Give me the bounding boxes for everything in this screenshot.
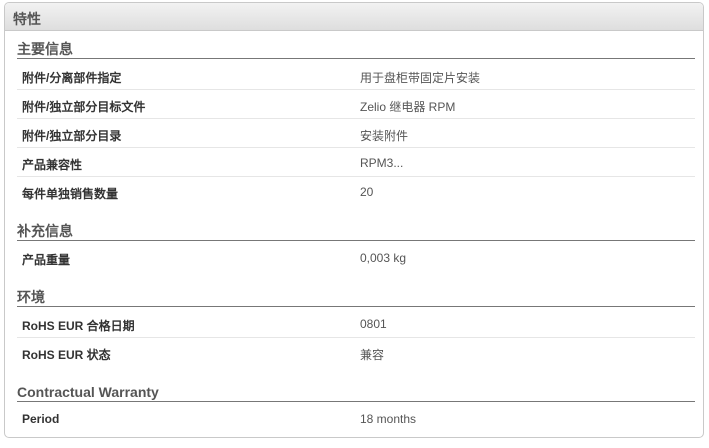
section-title-main-info: 主要信息 (17, 41, 695, 59)
panel-header: 特性 (5, 3, 703, 31)
row-value: 用于盘柜带固定片安装 (360, 71, 481, 85)
row-value: 兼容 (360, 348, 385, 362)
row-label: 附件/独立部分目标文件 (22, 100, 146, 114)
row-label: 附件/分离部件指定 (22, 71, 122, 85)
row-label: 产品重量 (22, 253, 71, 267)
row-value: Zelio 继电器 RPM (360, 100, 456, 114)
row-label: RoHS EUR 合格日期 (22, 319, 135, 333)
characteristics-panel: 特性 主要信息 附件/分离部件指定 用于盘柜带固定片安装 附件/独立部分目标文件… (4, 2, 704, 438)
table-row: Period 18 months (17, 404, 695, 433)
row-label: RoHS EUR 状态 (22, 348, 111, 362)
table-row: RoHS EUR 状态 兼容 (17, 338, 695, 367)
row-label: 附件/独立部分目录 (22, 129, 122, 143)
table-row: 附件/独立部分目标文件 Zelio 继电器 RPM (17, 90, 695, 119)
section-title-supplementary-info: 补充信息 (17, 223, 695, 241)
row-value: 安装附件 (360, 129, 409, 143)
row-value: RPM3... (360, 156, 404, 170)
panel-title: 特性 (13, 11, 41, 27)
row-value: 0801 (360, 317, 387, 331)
table-row: 产品兼容性 RPM3... (17, 148, 695, 177)
table-row: 附件/分离部件指定 用于盘柜带固定片安装 (17, 61, 695, 90)
row-label: 每件单独销售数量 (22, 187, 119, 201)
section-title-contractual-warranty: Contractual Warranty (17, 384, 695, 402)
row-value: 18 months (360, 412, 417, 426)
row-label: Period (22, 412, 60, 426)
table-row: 产品重量 0,003 kg (17, 243, 695, 272)
row-value: 20 (360, 185, 374, 199)
table-row: 附件/独立部分目录 安装附件 (17, 119, 695, 148)
row-label: 产品兼容性 (22, 158, 83, 172)
table-row: RoHS EUR 合格日期 0801 (17, 309, 695, 338)
table-row: 每件单独销售数量 20 (17, 177, 695, 206)
section-title-environment: 环境 (17, 289, 695, 307)
row-value: 0,003 kg (360, 251, 407, 265)
